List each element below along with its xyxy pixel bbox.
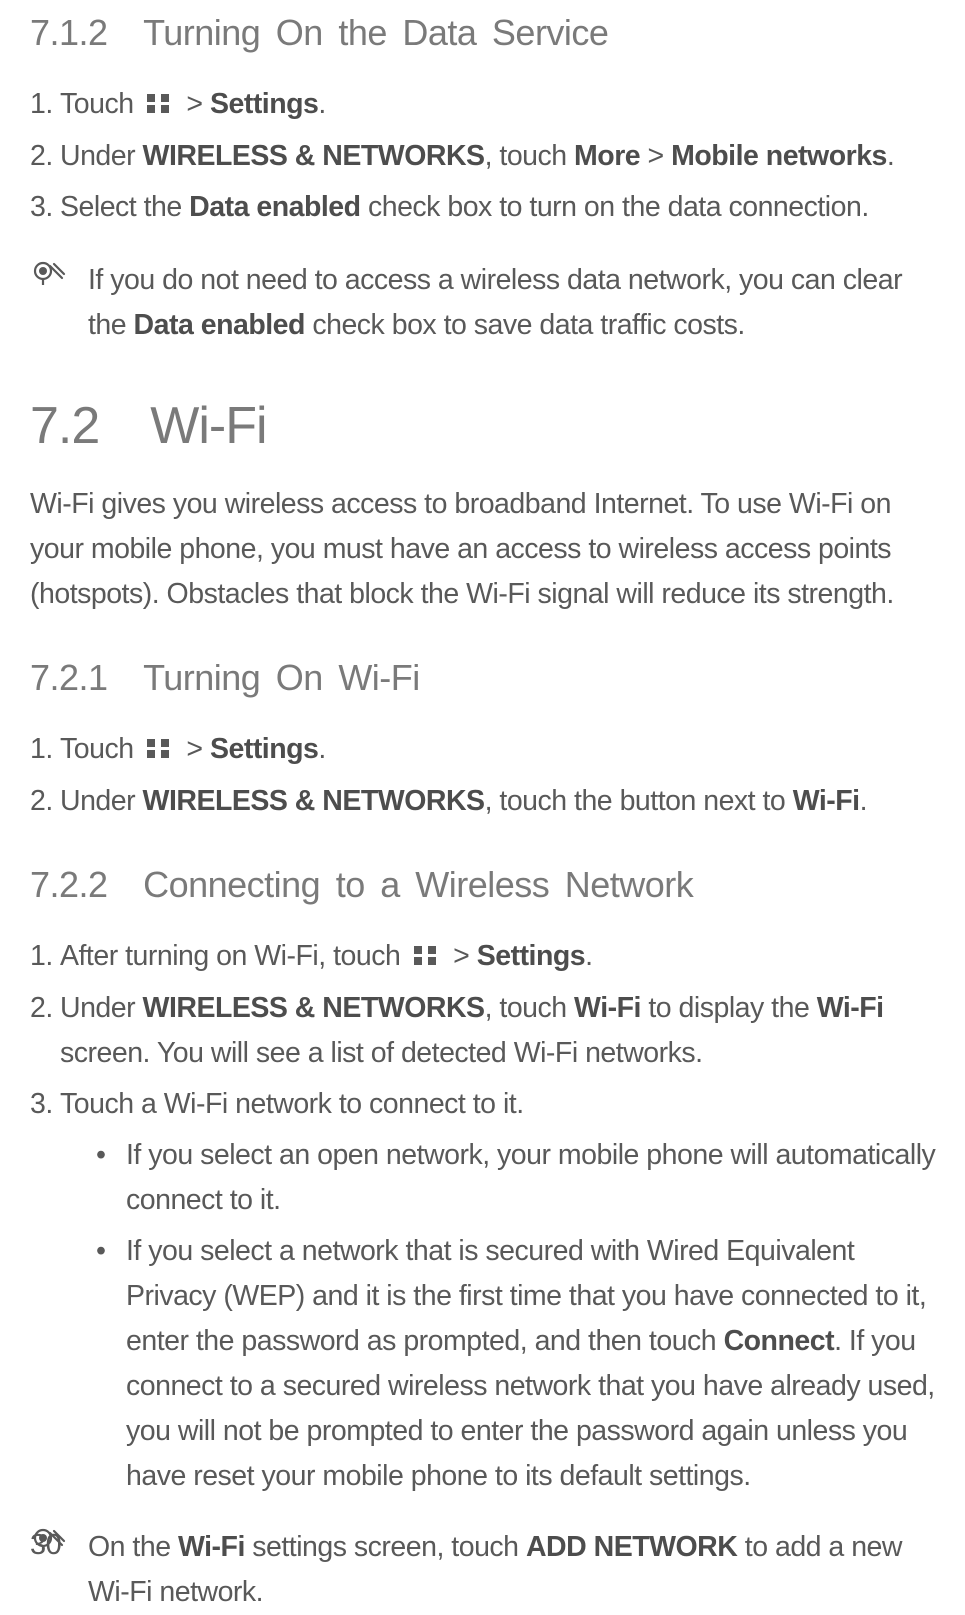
step-7-2-1-2: 2. Under WIRELESS & NETWORKS, touch the … bbox=[30, 779, 940, 824]
bold-text: Settings bbox=[210, 88, 318, 120]
text: screen. You will see a list of detected … bbox=[60, 1037, 703, 1069]
step-text: Under WIRELESS & NETWORKS, touch Wi-Fi t… bbox=[60, 986, 940, 1076]
text: . bbox=[318, 733, 325, 765]
heading-7-2: 7.2 Wi-Fi bbox=[30, 396, 940, 456]
step-number: 3. bbox=[30, 185, 60, 230]
text: Under bbox=[60, 140, 143, 172]
step-text: Under WIRELESS & NETWORKS, touch the but… bbox=[60, 779, 940, 824]
bold-text: WIRELESS & NETWORKS bbox=[143, 140, 485, 172]
text: Select the bbox=[60, 191, 189, 223]
text: , touch bbox=[485, 992, 574, 1024]
heading-7-1-2: 7.1.2 Turning On the Data Service bbox=[30, 12, 940, 54]
step-text: Touch > Settings. bbox=[60, 727, 940, 773]
step-number: 1. bbox=[30, 727, 60, 773]
bullet-marker: • bbox=[96, 1229, 126, 1499]
text: . bbox=[585, 940, 592, 972]
text: Touch bbox=[60, 88, 134, 120]
text: > bbox=[640, 140, 671, 172]
apps-grid-icon bbox=[143, 728, 177, 773]
text: After turning on Wi-Fi, touch bbox=[60, 940, 400, 972]
step-text: Select the Data enabled check box to tur… bbox=[60, 185, 940, 230]
heading-7-2-1: 7.2.1 Turning On Wi-Fi bbox=[30, 657, 940, 699]
apps-grid-icon bbox=[143, 83, 177, 128]
bullet-marker: • bbox=[96, 1133, 126, 1223]
text: check box to save data traffic costs. bbox=[305, 309, 745, 341]
step-7-2-1-1: 1. Touch > Settings. bbox=[30, 727, 940, 773]
note-text: On the Wi-Fi settings screen, touch ADD … bbox=[88, 1525, 940, 1615]
text: , touch bbox=[485, 140, 574, 172]
note-text: If you do not need to access a wireless … bbox=[88, 258, 940, 348]
bold-text: Mobile networks bbox=[671, 140, 887, 172]
page-number: 30 bbox=[30, 1529, 61, 1562]
text: . bbox=[860, 785, 867, 817]
bold-text: ADD NETWORK bbox=[526, 1531, 737, 1563]
text: . bbox=[887, 140, 894, 172]
step-7-2-2-1: 1. After turning on Wi-Fi, touch > Setti… bbox=[30, 934, 940, 980]
text: > bbox=[186, 733, 210, 765]
note-icon-wrap bbox=[30, 258, 88, 348]
bold-text: Connect bbox=[724, 1325, 835, 1357]
text: On the bbox=[88, 1531, 178, 1563]
step-text: Touch a Wi-Fi network to connect to it. … bbox=[60, 1082, 940, 1505]
bold-text: Data enabled bbox=[189, 191, 360, 223]
bullet-text: If you select a network that is secured … bbox=[126, 1229, 940, 1499]
apps-grid-icon bbox=[410, 935, 444, 980]
step-number: 1. bbox=[30, 934, 60, 980]
bullet-list: • If you select an open network, your mo… bbox=[60, 1133, 940, 1499]
bold-text: Wi-Fi bbox=[817, 992, 884, 1024]
text: Under bbox=[60, 992, 143, 1024]
bold-text: Wi-Fi bbox=[574, 992, 641, 1024]
text: check box to turn on the data connection… bbox=[361, 191, 869, 223]
step-7-1-2-3: 3. Select the Data enabled check box to … bbox=[30, 185, 940, 230]
lightbulb-icon bbox=[32, 287, 66, 304]
manual-page: 7.1.2 Turning On the Data Service 1. Tou… bbox=[0, 0, 965, 1590]
bold-text: Data enabled bbox=[134, 309, 305, 341]
text: Under bbox=[60, 785, 143, 817]
step-7-2-2-2: 2. Under WIRELESS & NETWORKS, touch Wi-F… bbox=[30, 986, 940, 1076]
text: . bbox=[318, 88, 325, 120]
step-7-1-2-1: 1. Touch > Settings. bbox=[30, 82, 940, 128]
text: > bbox=[453, 940, 477, 972]
text: > bbox=[186, 88, 210, 120]
bullet-text: If you select an open network, your mobi… bbox=[126, 1133, 940, 1223]
bold-text: WIRELESS & NETWORKS bbox=[143, 785, 485, 817]
heading-7-2-2: 7.2.2 Connecting to a Wireless Network bbox=[30, 864, 940, 906]
text: to display the bbox=[641, 992, 817, 1024]
step-text: After turning on Wi-Fi, touch > Settings… bbox=[60, 934, 940, 980]
step-text: Touch > Settings. bbox=[60, 82, 940, 128]
text: Touch bbox=[60, 733, 134, 765]
step-number: 2. bbox=[30, 986, 60, 1076]
text: Touch a Wi-Fi network to connect to it. bbox=[60, 1088, 524, 1120]
step-number: 2. bbox=[30, 779, 60, 824]
list-item: • If you select an open network, your mo… bbox=[96, 1133, 940, 1223]
note-block: If you do not need to access a wireless … bbox=[30, 258, 940, 348]
step-7-1-2-2: 2. Under WIRELESS & NETWORKS, touch More… bbox=[30, 134, 940, 179]
bold-text: Settings bbox=[477, 940, 585, 972]
bold-text: Wi-Fi bbox=[178, 1531, 245, 1563]
step-number: 1. bbox=[30, 82, 60, 128]
step-text: Under WIRELESS & NETWORKS, touch More > … bbox=[60, 134, 940, 179]
list-item: • If you select a network that is secure… bbox=[96, 1229, 940, 1499]
step-number: 3. bbox=[30, 1082, 60, 1505]
bold-text: WIRELESS & NETWORKS bbox=[143, 992, 485, 1024]
intro-7-2: Wi-Fi gives you wireless access to broad… bbox=[30, 482, 940, 617]
text: settings screen, touch bbox=[245, 1531, 526, 1563]
bold-text: More bbox=[574, 140, 640, 172]
note-block: On the Wi-Fi settings screen, touch ADD … bbox=[30, 1525, 940, 1615]
text: , touch the button next to bbox=[485, 785, 793, 817]
step-number: 2. bbox=[30, 134, 60, 179]
bold-text: Wi-Fi bbox=[793, 785, 860, 817]
bold-text: Settings bbox=[210, 733, 318, 765]
step-7-2-2-3: 3. Touch a Wi-Fi network to connect to i… bbox=[30, 1082, 940, 1505]
